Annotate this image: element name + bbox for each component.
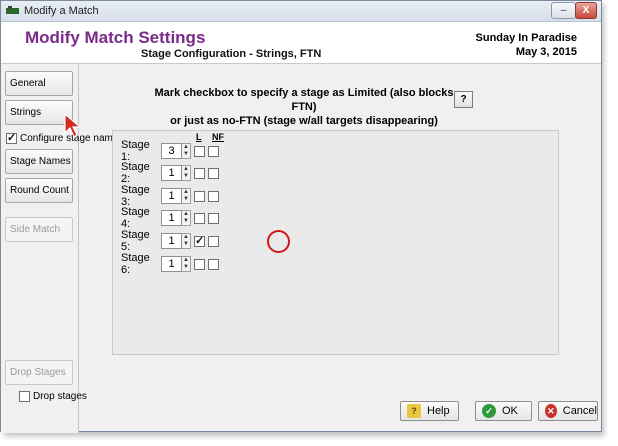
spinner-arrows[interactable]: ▲ ▼ <box>182 233 191 249</box>
drop-stages-checkbox[interactable] <box>19 391 30 402</box>
cancel-button[interactable]: ✕ Cancel <box>538 401 598 421</box>
app-icon <box>6 6 19 14</box>
window-title: Modify a Match <box>24 5 99 17</box>
noftn-checkbox[interactable] <box>208 190 219 202</box>
stage-row-2: Stage 2: 1 ▲ ▼ <box>121 161 219 185</box>
noftn-checkbox[interactable] <box>208 258 219 270</box>
spinner-arrows[interactable]: ▲ ▼ <box>182 143 191 159</box>
mouse-pointer-icon <box>64 113 82 138</box>
limited-checkbox[interactable] <box>194 234 205 247</box>
side-match-button: Side Match <box>5 217 73 242</box>
drop-stages-button: Drop Stages <box>5 360 73 385</box>
stage-row-4: Stage 4: 1 ▲ ▼ <box>121 206 219 230</box>
highlight-circle <box>267 230 290 253</box>
configure-stage-names-checkbox[interactable] <box>6 131 17 144</box>
close-button[interactable]: X <box>575 2 597 19</box>
noftn-checkbox[interactable] <box>208 212 219 224</box>
limited-checkbox[interactable] <box>194 212 205 224</box>
strings-count-input[interactable]: 1 <box>161 233 182 249</box>
help-button[interactable]: ? Help <box>400 401 459 421</box>
strings-count-input[interactable]: 1 <box>161 165 182 181</box>
noftn-checkbox[interactable] <box>208 235 219 247</box>
main-content: Mark checkbox to specify a stage as Limi… <box>80 64 601 433</box>
stage-label: Stage 6: <box>121 252 150 276</box>
round-count-button[interactable]: Round Count <box>5 178 73 203</box>
match-name: Sunday In Paradise <box>475 32 577 44</box>
lightbulb-icon: ? <box>407 404 421 418</box>
limited-checkbox[interactable] <box>194 145 205 157</box>
ok-button-label: OK <box>502 405 518 417</box>
noftn-checkbox[interactable] <box>208 167 219 179</box>
page-title: Modify Match Settings <box>25 28 206 47</box>
page-subtitle: Stage Configuration - Strings, FTN <box>141 48 322 60</box>
stage-row-1: Stage 1: 3 ▲ ▼ <box>121 139 219 163</box>
noftn-column-header: NF <box>212 132 224 142</box>
instruction-line-1: Mark checkbox to specify a stage as Limi… <box>154 87 454 113</box>
strings-count-input[interactable]: 1 <box>161 210 182 226</box>
ok-button[interactable]: ✓ OK <box>475 401 532 421</box>
general-button[interactable]: General <box>5 71 73 96</box>
header: Modify Match Settings Stage Configuratio… <box>1 22 601 64</box>
minimize-button[interactable]: – <box>551 2 576 19</box>
strings-count-input[interactable]: 1 <box>161 188 182 204</box>
limited-checkbox[interactable] <box>194 258 205 270</box>
limited-checkbox[interactable] <box>194 190 205 202</box>
instruction-line-2: or just as no-FTN (stage w/all targets d… <box>170 115 438 127</box>
drop-stages-option[interactable]: Drop stages <box>19 391 87 402</box>
instructions: Mark checkbox to specify a stage as Limi… <box>149 86 459 128</box>
strings-count-input[interactable]: 3 <box>161 143 182 159</box>
spinner-arrows[interactable]: ▲ ▼ <box>182 256 191 272</box>
stage-row-5: Stage 5: 1 ▲ ▼ <box>121 229 219 253</box>
stage-label: Stage 2: <box>121 161 150 185</box>
modify-match-window: Modify a Match – X Modify Match Settings… <box>0 0 602 433</box>
stage-label: Stage 4: <box>121 206 150 230</box>
stage-row-3: Stage 3: 1 ▲ ▼ <box>121 184 219 208</box>
cancel-button-label: Cancel <box>562 405 597 417</box>
cancel-x-icon: ✕ <box>545 404 557 418</box>
limited-column-header: L <box>196 132 202 142</box>
spinner-arrows[interactable]: ▲ ▼ <box>182 165 191 181</box>
drop-stages-label: Drop stages <box>33 391 87 402</box>
stage-label: Stage 1: <box>121 139 150 163</box>
help-question-button[interactable]: ? <box>454 91 473 108</box>
noftn-checkbox[interactable] <box>208 145 219 157</box>
checkmark-icon: ✓ <box>482 404 496 418</box>
spinner-arrows[interactable]: ▲ ▼ <box>182 188 191 204</box>
help-button-label: Help <box>427 405 450 417</box>
match-date: May 3, 2015 <box>515 46 577 58</box>
stage-label: Stage 5: <box>121 229 150 253</box>
stage-label: Stage 3: <box>121 184 150 208</box>
title-bar: Modify a Match – X <box>1 1 601 22</box>
strings-count-input[interactable]: 1 <box>161 256 182 272</box>
stage-row-6: Stage 6: 1 ▲ ▼ <box>121 252 219 276</box>
strings-button[interactable]: Strings <box>5 100 73 125</box>
stage-names-button[interactable]: Stage Names <box>5 149 73 174</box>
limited-checkbox[interactable] <box>194 167 205 179</box>
spinner-arrows[interactable]: ▲ ▼ <box>182 210 191 226</box>
